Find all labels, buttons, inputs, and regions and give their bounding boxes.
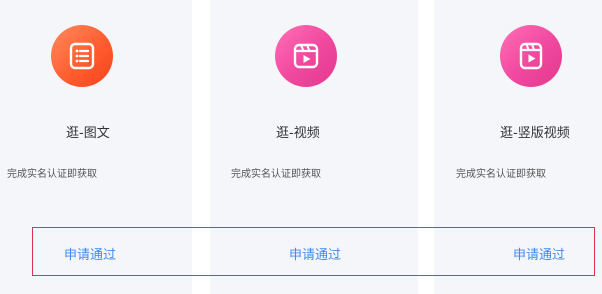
card-description: 完成实名认证即获取 (231, 169, 321, 180)
apply-approved-link[interactable]: 申请通过 (64, 244, 116, 263)
channel-cards-panel: 逛-图文 完成实名认证即获取 申请通过 逛-视频 完成实名认证即获取 申请通过 (0, 0, 602, 294)
card-graphic-text: 逛-图文 完成实名认证即获取 申请通过 (0, 0, 192, 294)
card-description: 完成实名认证即获取 (456, 169, 546, 180)
card-title: 逛-视频 (276, 126, 320, 141)
article-list-icon (51, 25, 113, 87)
video-clapper-icon (275, 25, 337, 87)
apply-approved-link[interactable]: 申请通过 (289, 244, 341, 263)
card-video: 逛-视频 完成实名认证即获取 申请通过 (210, 0, 418, 294)
apply-approved-link[interactable]: 申请通过 (513, 244, 565, 263)
card-title: 逛-图文 (66, 126, 110, 141)
card-vertical-video: 逛-竖版视频 完成实名认证即获取 申请通过 (434, 0, 602, 294)
card-description: 完成实名认证即获取 (7, 169, 97, 180)
card-title: 逛-竖版视频 (500, 126, 570, 141)
vertical-video-clapper-icon (500, 25, 562, 87)
